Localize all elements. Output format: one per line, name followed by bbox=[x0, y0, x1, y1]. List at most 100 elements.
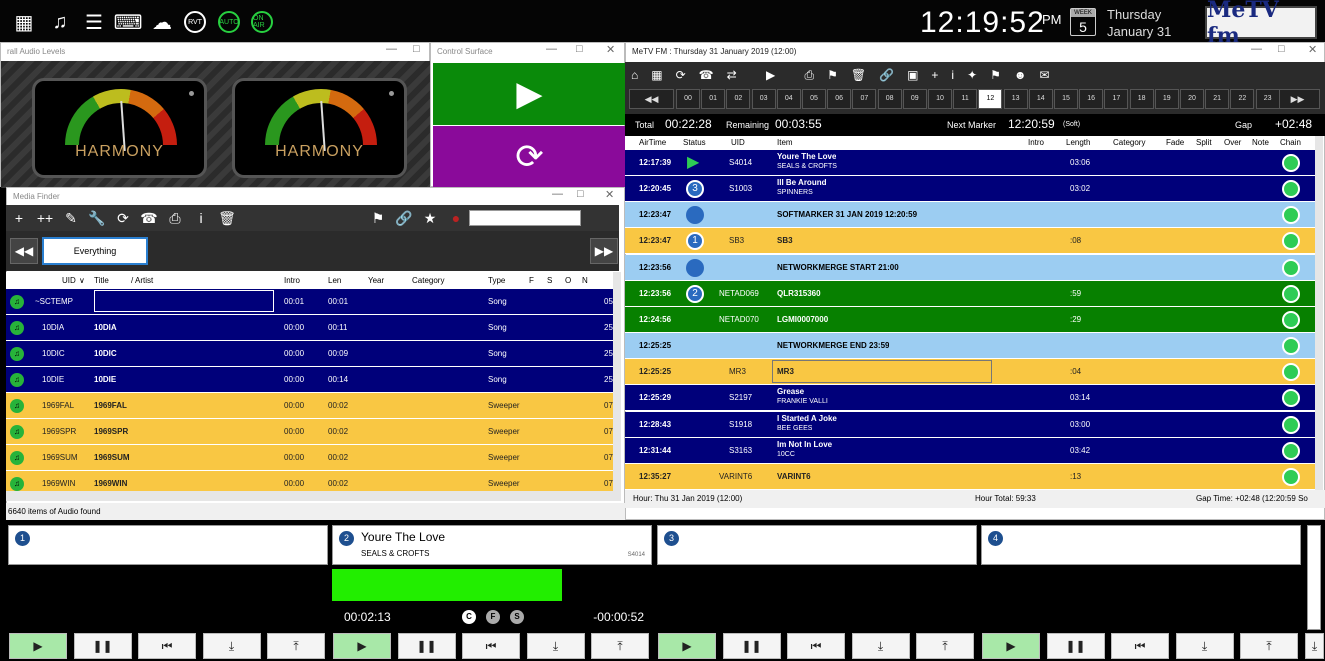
log-row[interactable]: 12:25:29 S2197 Grease FRANKIE VALLI 03:14 bbox=[625, 385, 1315, 412]
hour-button-09[interactable]: 09 bbox=[902, 89, 927, 109]
table-row[interactable]: ♫ 10DIE 10DIE 00:00 00:14 Song 25 bbox=[6, 367, 613, 393]
chain-icon[interactable] bbox=[1282, 363, 1300, 382]
vertical-scrollbar[interactable] bbox=[613, 272, 621, 501]
load-down-icon[interactable]: ⤓ bbox=[202, 633, 261, 659]
log-row[interactable]: 12:23:47 1 SB3 SB3:08 bbox=[625, 228, 1315, 255]
load-down-icon[interactable]: ⤓ bbox=[851, 633, 910, 659]
edit-cell[interactable] bbox=[772, 360, 992, 384]
refresh-icon[interactable]: ⟳ bbox=[110, 210, 136, 227]
play-icon[interactable]: ▶ bbox=[982, 633, 1040, 659]
col-artist[interactable]: / Artist bbox=[131, 272, 153, 289]
chain-icon[interactable] bbox=[1282, 310, 1300, 329]
hour-button-06[interactable]: 06 bbox=[827, 89, 852, 109]
start-play-button[interactable]: ▶ bbox=[433, 63, 626, 125]
col-title[interactable]: Title bbox=[94, 272, 109, 289]
col-airtime[interactable]: AirTime bbox=[639, 136, 666, 150]
table-row[interactable]: ♫ 10DIA 10DIA 00:00 00:11 Song 25 bbox=[6, 315, 613, 341]
col-len[interactable]: Len bbox=[328, 272, 341, 289]
log-toolbar-icons[interactable]: ⌂▦⟳☎⇄ ▶ ⎙⚑🗑🔗▣+i✦⚑☻✉ bbox=[631, 68, 1063, 83]
hour-button-05[interactable]: 05 bbox=[802, 89, 826, 109]
log-row[interactable]: 12:25:25 MR3 MR3:04 bbox=[625, 359, 1315, 386]
players-scrollbar[interactable] bbox=[1307, 525, 1321, 630]
table-row[interactable]: ♫ 1969SPR 1969SPR 00:00 00:02 Sweeper 07 bbox=[6, 419, 613, 445]
hour-button-18[interactable]: 18 bbox=[1129, 89, 1154, 109]
log-row[interactable]: 12:23:56 2 NETAD069 QLR315360:59 bbox=[625, 280, 1315, 307]
chain-icon[interactable] bbox=[1282, 415, 1300, 434]
close-button[interactable]: ✕ bbox=[1308, 43, 1317, 56]
log-row[interactable]: 12:23:56 NETWORKMERGE START 21:00 bbox=[625, 254, 1315, 281]
prev-filter-button[interactable]: ◀◀ bbox=[10, 238, 38, 264]
col-s[interactable]: S bbox=[547, 272, 552, 289]
col-fade[interactable]: Fade bbox=[1166, 136, 1184, 150]
log-scrollbar[interactable] bbox=[1315, 136, 1323, 490]
col-uid[interactable]: UID bbox=[62, 272, 76, 289]
hour-button-21[interactable]: 21 bbox=[1205, 89, 1230, 109]
skip-back-icon[interactable]: ⏮ bbox=[787, 633, 845, 659]
hour-button-20[interactable]: 20 bbox=[1180, 89, 1204, 109]
refresh-button[interactable]: ⟳ bbox=[433, 126, 626, 188]
close-button[interactable]: ✕ bbox=[606, 43, 615, 56]
col-intro[interactable]: Intro bbox=[284, 272, 300, 289]
pause-icon[interactable]: ❚❚ bbox=[73, 633, 132, 659]
hour-button-00[interactable]: 00 bbox=[676, 89, 700, 109]
col-status[interactable]: Status bbox=[683, 136, 706, 150]
maximize-button[interactable]: □ bbox=[413, 43, 420, 55]
hour-button-19[interactable]: 19 bbox=[1154, 89, 1179, 109]
link-icon[interactable]: 🔗 bbox=[391, 210, 417, 227]
table-row[interactable]: ♫ 1969FAL 1969FAL 00:00 00:02 Sweeper 07 bbox=[6, 393, 613, 419]
table-row[interactable]: ♫ ~SCTEMP 00:01 00:01 Song 05 bbox=[6, 289, 613, 315]
col-note[interactable]: Note bbox=[1252, 136, 1269, 150]
maximize-button[interactable]: □ bbox=[1278, 43, 1285, 55]
chain-icon[interactable] bbox=[1282, 258, 1300, 277]
cloud-icon[interactable]: ☁ bbox=[148, 8, 176, 36]
download-icon[interactable]: ⤓ bbox=[1305, 633, 1324, 659]
col-category[interactable]: Category bbox=[1113, 136, 1145, 150]
col-type[interactable]: Type bbox=[488, 272, 505, 289]
pause-icon[interactable]: ❚❚ bbox=[397, 633, 456, 659]
list-icon[interactable]: ☰ bbox=[80, 8, 108, 36]
log-row[interactable]: 12:20:45 3 S1003 Ill Be Around SPINNERS 03:02 bbox=[625, 176, 1315, 203]
flag-s-icon[interactable]: S bbox=[510, 610, 524, 624]
prev-hour-button[interactable]: ◀◀ bbox=[629, 89, 674, 109]
filter-everything[interactable]: Everything bbox=[42, 237, 148, 265]
player-1-info[interactable]: 1 bbox=[8, 525, 328, 565]
hour-button-04[interactable]: 04 bbox=[776, 89, 801, 109]
info-icon[interactable]: i bbox=[188, 210, 214, 226]
player-4-info[interactable]: 4 bbox=[981, 525, 1301, 565]
chain-icon[interactable] bbox=[1282, 180, 1300, 199]
hour-button-16[interactable]: 16 bbox=[1079, 89, 1104, 109]
col-f[interactable]: F bbox=[529, 272, 534, 289]
player-3-info[interactable]: 3 bbox=[657, 525, 977, 565]
hour-button-01[interactable]: 01 bbox=[701, 89, 726, 109]
col-split[interactable]: Split bbox=[1196, 136, 1212, 150]
col-length[interactable]: Length bbox=[1066, 136, 1090, 150]
pause-icon[interactable]: ❚❚ bbox=[1046, 633, 1105, 659]
horizontal-scrollbar[interactable] bbox=[6, 491, 613, 501]
log-row[interactable]: 12:31:44 S3163 Im Not In Love 10CC 03:42 bbox=[625, 437, 1315, 464]
hour-button-15[interactable]: 15 bbox=[1054, 89, 1078, 109]
hour-button-22[interactable]: 22 bbox=[1230, 89, 1255, 109]
col-o[interactable]: O bbox=[565, 272, 571, 289]
col-category[interactable]: Category bbox=[412, 272, 444, 289]
minimize-button[interactable]: — bbox=[546, 43, 557, 55]
title-cell[interactable] bbox=[94, 290, 274, 312]
chain-icon[interactable] bbox=[1282, 284, 1300, 303]
search-input[interactable] bbox=[469, 210, 581, 226]
pencil-icon[interactable]: ✎ bbox=[58, 210, 84, 227]
hour-button-12[interactable]: 12 bbox=[978, 89, 1003, 109]
printer-icon[interactable]: ⎙ bbox=[162, 210, 188, 227]
col-uid[interactable]: UID bbox=[731, 136, 745, 150]
tag-icon[interactable]: ⚑ bbox=[365, 210, 391, 227]
star-icon[interactable]: ★ bbox=[417, 210, 443, 227]
load-down-icon[interactable]: ⤓ bbox=[526, 633, 585, 659]
maximize-button[interactable]: □ bbox=[577, 188, 584, 200]
log-row[interactable]: 12:35:27 VARINT6 VARINT6:13 bbox=[625, 463, 1315, 490]
chain-icon[interactable] bbox=[1282, 154, 1300, 172]
hour-button-07[interactable]: 07 bbox=[852, 89, 877, 109]
skip-back-icon[interactable]: ⏮ bbox=[1111, 633, 1169, 659]
play-icon[interactable]: ▶ bbox=[658, 633, 716, 659]
record-icon[interactable]: ● bbox=[443, 210, 469, 226]
hour-button-03[interactable]: 03 bbox=[751, 89, 776, 109]
maximize-button[interactable]: □ bbox=[576, 43, 583, 55]
col-n[interactable]: N bbox=[582, 272, 588, 289]
